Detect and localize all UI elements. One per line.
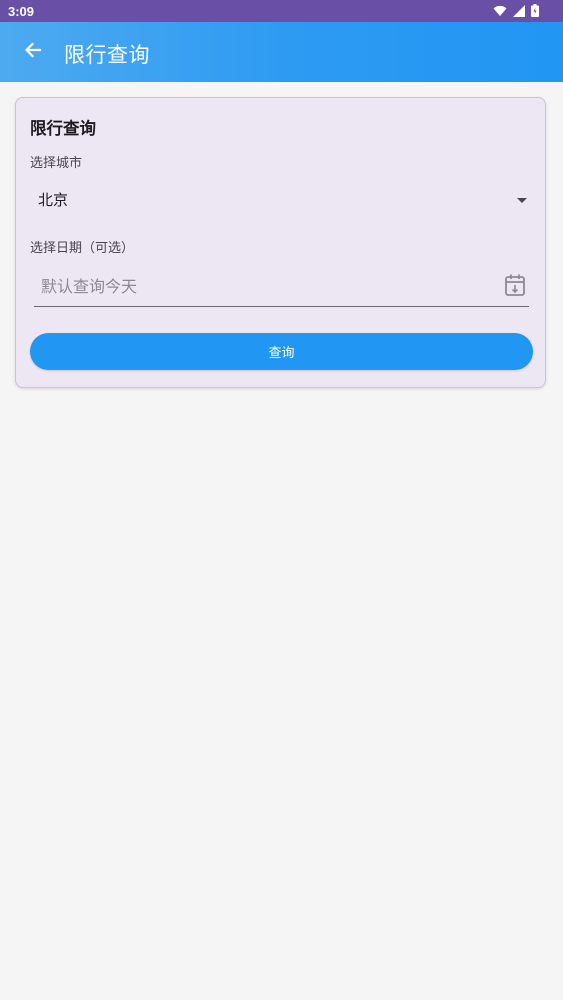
date-label: 选择日期（可选） <box>30 241 135 256</box>
city-dropdown[interactable]: 北京 <box>30 179 533 219</box>
city-label: 选择城市 <box>30 156 83 171</box>
status-bar: 3:09 <box>0 0 563 22</box>
date-field <box>34 268 529 307</box>
wifi-icon <box>493 5 507 20</box>
back-button[interactable] <box>18 37 48 67</box>
signal-icon <box>513 4 525 20</box>
caret-down-icon <box>515 192 529 206</box>
status-icons <box>493 4 539 20</box>
card-title: 限行查询 <box>30 119 96 138</box>
battery-icon <box>531 4 539 20</box>
status-time: 3:09 <box>8 4 35 19</box>
restriction-query-card: 限行查询 选择城市 北京 选择日期（可选） 查询 <box>15 97 546 388</box>
query-button[interactable]: 查询 <box>30 333 533 370</box>
app-bar: 限行查询 <box>0 22 563 82</box>
date-input[interactable] <box>34 268 484 304</box>
city-selected-value: 北京 <box>38 191 69 209</box>
calendar-icon[interactable] <box>503 272 529 298</box>
page-title: 限行查询 <box>64 43 150 67</box>
arrow-left-icon <box>23 40 43 64</box>
